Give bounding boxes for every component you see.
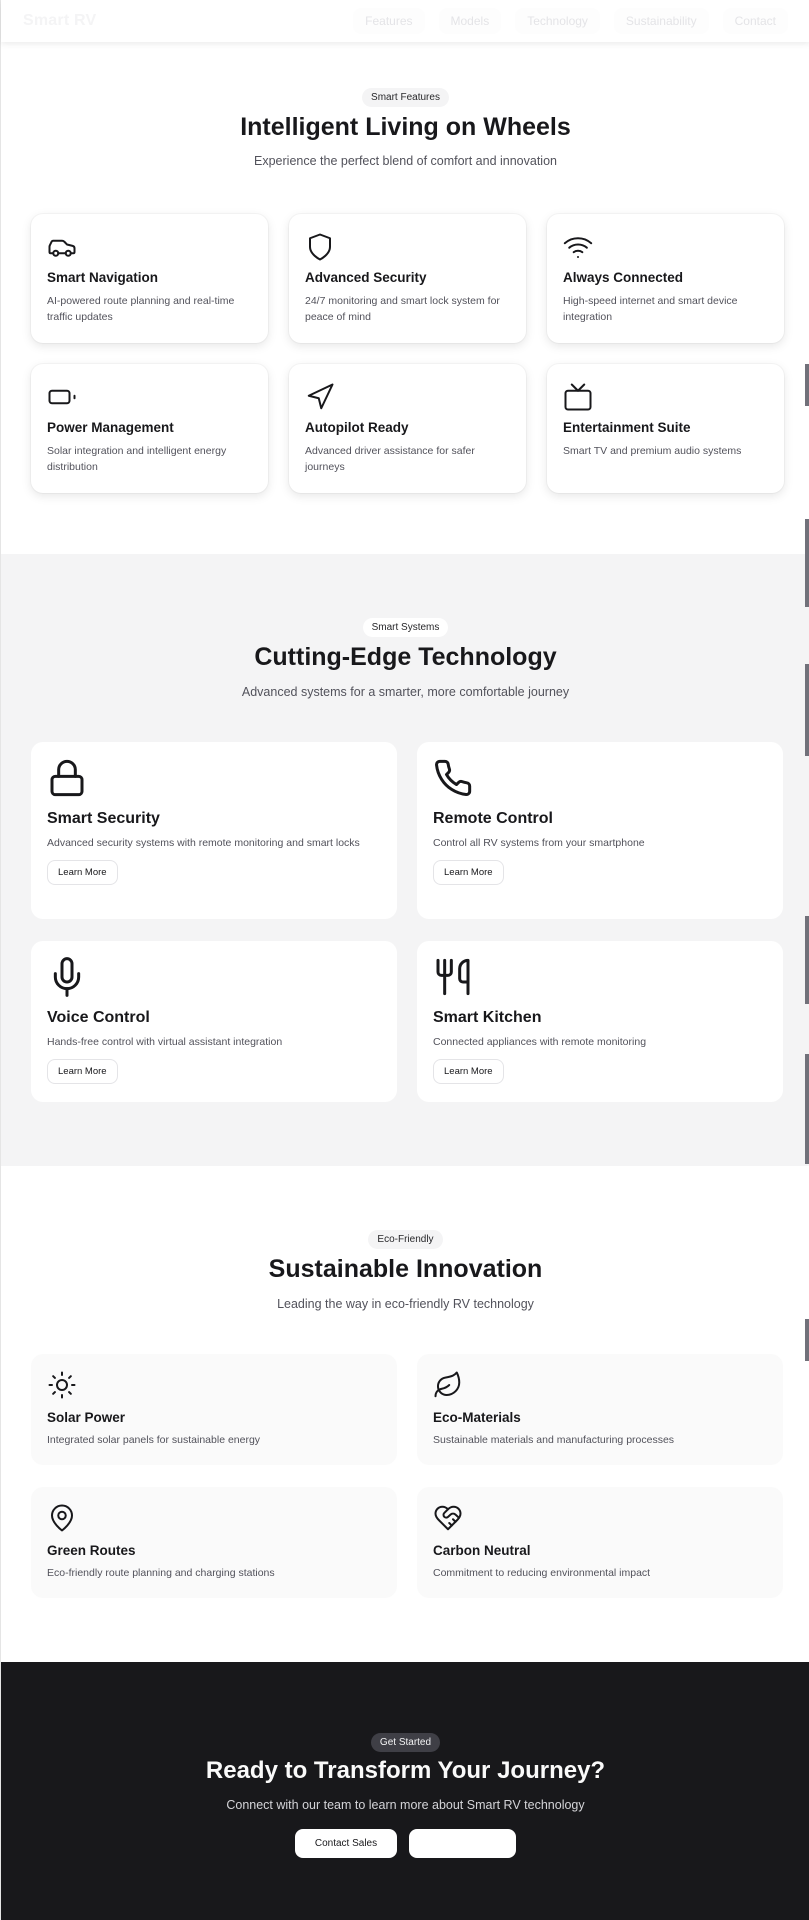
scroll-marker [805, 916, 809, 1004]
cta-buttons: Contact Sales [1, 1829, 809, 1858]
brand-logo[interactable]: Smart RV [23, 12, 96, 30]
features-grid: Smart Navigation AI-powered route planni… [31, 214, 784, 493]
tech-title: Voice Control [47, 1009, 150, 1026]
nav-link-sustainability[interactable]: Sustainability [613, 8, 709, 34]
eco-description: Eco-friendly route planning and charging… [47, 1567, 275, 1579]
scroll-marker [805, 519, 809, 607]
features-badge: Smart Features [362, 88, 449, 107]
battery-icon [47, 382, 77, 412]
tech-title: Remote Control [433, 810, 553, 827]
leaf-icon [433, 1370, 463, 1400]
feature-card-advanced-security[interactable]: Advanced Security 24/7 monitoring and sm… [289, 214, 526, 343]
eco-subtitle: Leading the way in eco-friendly RV techn… [277, 1297, 534, 1311]
learn-more-button[interactable]: Learn More [47, 1058, 118, 1084]
tv-icon [563, 382, 593, 412]
feature-title: Always Connected [563, 270, 684, 285]
cta-section: Get Started Ready to Transform Your Jour… [1, 1662, 809, 1920]
eco-card-carbon-neutral[interactable]: Carbon Neutral Commitment to reducing en… [417, 1487, 783, 1598]
nav-link-contact[interactable]: Contact [722, 8, 788, 34]
features-section: Smart Features Intelligent Living on Whe… [1, 0, 809, 554]
feature-description: Solar integration and intelligent energy… [47, 445, 227, 473]
tech-description: Advanced security systems with remote mo… [47, 837, 360, 849]
feature-card-smart-navigation[interactable]: Smart Navigation AI-powered route planni… [31, 214, 268, 343]
eco-title-text: Carbon Neutral [433, 1543, 531, 1558]
tech-card-remote-control: Remote Control Control all RV systems fr… [417, 742, 783, 919]
nav-link-technology[interactable]: Technology [515, 8, 600, 34]
tech-card-smart-kitchen: Smart Kitchen Connected appliances with … [417, 941, 783, 1102]
map-pin-icon [47, 1503, 77, 1533]
feature-card-entertainment-suite[interactable]: Entertainment Suite Smart TV and premium… [547, 364, 784, 493]
phone-icon [433, 758, 473, 798]
feature-title: Power Management [47, 420, 174, 435]
feature-description: High-speed internet and smart device int… [563, 295, 738, 323]
eco-card-solar-power[interactable]: Solar Power Integrated solar panels for … [31, 1354, 397, 1465]
scroll-marker [805, 364, 809, 406]
tech-description: Hands-free control with virtual assistan… [47, 1036, 283, 1048]
nav-link-models[interactable]: Models [438, 8, 502, 34]
top-navbar: Smart RV Features Models Technology Sust… [1, 0, 809, 42]
eco-description: Commitment to reducing environmental imp… [433, 1567, 651, 1579]
scroll-marker [805, 1054, 809, 1164]
technology-subtitle: Advanced systems for a smarter, more com… [241, 685, 570, 699]
car-icon [47, 232, 77, 262]
cta-badge: Get Started [370, 1733, 441, 1752]
microphone-icon [47, 957, 87, 997]
technology-grid: Smart Security Advanced security systems… [31, 742, 783, 1102]
tech-description: Connected appliances with remote monitor… [433, 1036, 647, 1048]
eco-title: Sustainable Innovation [268, 1255, 543, 1283]
eco-title-text: Eco-Materials [433, 1410, 521, 1425]
eco-grid: Solar Power Integrated solar panels for … [31, 1354, 783, 1598]
heart-handshake-icon [433, 1503, 463, 1533]
feature-card-power-management[interactable]: Power Management Solar integration and i… [31, 364, 268, 493]
eco-card-green-routes[interactable]: Green Routes Eco-friendly route planning… [31, 1487, 397, 1598]
tech-title: Smart Kitchen [433, 1009, 542, 1026]
eco-title-text: Green Routes [47, 1543, 136, 1558]
contact-sales-button[interactable]: Contact Sales [295, 1829, 397, 1858]
scroll-marker [805, 1319, 809, 1361]
feature-title: Smart Navigation [47, 270, 159, 285]
tech-card-voice-control: Voice Control Hands-free control with vi… [31, 941, 397, 1102]
cta-title: Ready to Transform Your Journey? [205, 1757, 606, 1784]
eco-card-eco-materials[interactable]: Eco-Materials Sustainable materials and … [417, 1354, 783, 1465]
tech-card-smart-security: Smart Security Advanced security systems… [31, 742, 397, 919]
feature-description: Advanced driver assistance for safer jou… [305, 445, 475, 473]
feature-description: 24/7 monitoring and smart lock system fo… [305, 295, 500, 323]
technology-title: Cutting-Edge Technology [254, 643, 557, 671]
feature-title: Autopilot Ready [305, 420, 409, 435]
feature-card-always-connected[interactable]: Always Connected High-speed internet and… [547, 214, 784, 343]
feature-title: Entertainment Suite [563, 420, 691, 435]
learn-more-button[interactable]: Learn More [47, 859, 118, 885]
technology-section: Smart Systems Cutting-Edge Technology Ad… [1, 554, 809, 1166]
eco-description: Integrated solar panels for sustainable … [47, 1434, 261, 1446]
wifi-icon [563, 232, 593, 262]
cta-subtitle: Connect with our team to learn more abou… [226, 1798, 585, 1812]
learn-more-button[interactable]: Learn More [433, 859, 504, 885]
feature-card-autopilot-ready[interactable]: Autopilot Ready Advanced driver assistan… [289, 364, 526, 493]
eco-badge: Eco-Friendly [368, 1230, 443, 1249]
eco-title-text: Solar Power [47, 1410, 126, 1425]
eco-section: Eco-Friendly Sustainable Innovation Lead… [1, 1166, 809, 1662]
shield-icon [305, 232, 335, 262]
technology-badge: Smart Systems [362, 618, 449, 637]
tech-title: Smart Security [47, 810, 160, 827]
eco-description: Sustainable materials and manufacturing … [433, 1434, 675, 1446]
feature-title: Advanced Security [305, 270, 427, 285]
tech-description: Control all RV systems from your smartph… [433, 837, 645, 849]
nav-link-features[interactable]: Features [353, 8, 425, 34]
sun-icon [47, 1370, 77, 1400]
features-title: Intelligent Living on Wheels [240, 113, 571, 141]
scroll-marker [805, 664, 809, 756]
features-subtitle: Experience the perfect blend of comfort … [254, 154, 557, 168]
utensils-icon [433, 957, 473, 997]
lock-icon [47, 758, 87, 798]
feature-description: AI-powered route planning and real-time … [47, 295, 235, 323]
feature-description: Smart TV and premium audio systems [563, 445, 742, 457]
secondary-cta-button[interactable] [409, 1829, 516, 1858]
nav-links: Features Models Technology Sustainabilit… [353, 8, 788, 34]
navigation-icon [305, 382, 335, 412]
learn-more-button[interactable]: Learn More [433, 1058, 504, 1084]
